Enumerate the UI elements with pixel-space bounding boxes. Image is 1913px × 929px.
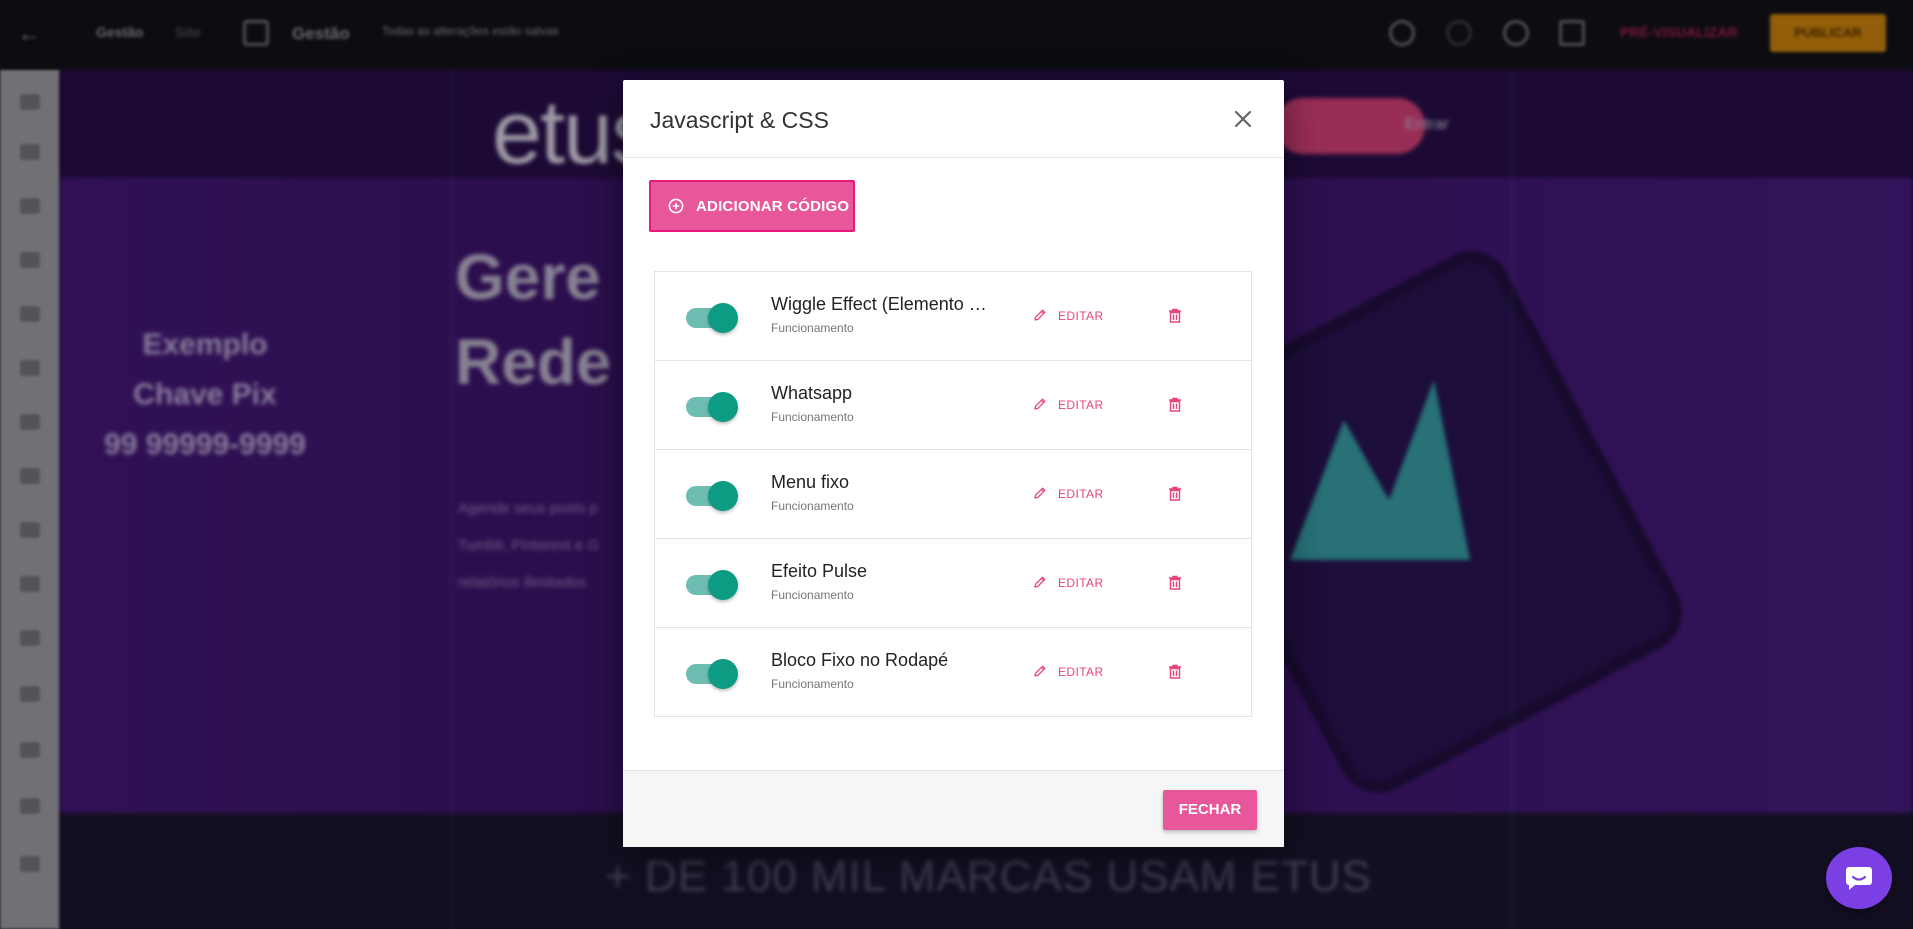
edit-label: EDITAR xyxy=(1058,576,1104,590)
delete-button[interactable] xyxy=(1165,306,1185,326)
code-name: Efeito Pulse xyxy=(771,561,868,581)
javascript-css-dialog: Javascript & CSS ADICIONAR CÓDIGO Wiggle… xyxy=(623,80,1284,847)
trash-icon xyxy=(1169,486,1181,501)
code-status: Funcionamento xyxy=(771,321,854,335)
code-name: Wiggle Effect (Elemento Flutuante) xyxy=(771,294,991,314)
code-name: Bloco Fixo no Rodapé xyxy=(771,650,949,670)
trash-icon xyxy=(1169,397,1181,412)
list-item: Bloco Fixo no Rodapé Funcionamento EDITA… xyxy=(655,628,1251,716)
close-dialog-button[interactable]: FECHAR xyxy=(1163,790,1257,830)
pencil-icon xyxy=(1034,576,1046,588)
edit-label: EDITAR xyxy=(1058,309,1104,323)
delete-button[interactable] xyxy=(1165,662,1185,682)
add-code-label: ADICIONAR CÓDIGO xyxy=(696,198,850,215)
list-item: Efeito Pulse Funcionamento EDITAR xyxy=(655,539,1251,628)
trash-icon xyxy=(1169,575,1181,590)
code-status: Funcionamento xyxy=(771,677,854,691)
toggle-knob xyxy=(708,303,738,333)
close-button[interactable] xyxy=(1225,101,1261,137)
enable-toggle[interactable] xyxy=(686,303,738,333)
dialog-title: Javascript & CSS xyxy=(650,107,829,133)
code-status: Funcionamento xyxy=(771,410,854,424)
close-icon xyxy=(1234,110,1252,128)
trash-icon xyxy=(1169,308,1181,323)
pencil-icon xyxy=(1034,487,1046,499)
pencil-icon xyxy=(1034,309,1046,321)
code-name: Menu fixo xyxy=(771,472,850,492)
plus-circle-icon xyxy=(668,198,684,214)
enable-toggle[interactable] xyxy=(686,659,738,689)
code-status: Funcionamento xyxy=(771,588,854,602)
code-list: Wiggle Effect (Elemento Flutuante) Funci… xyxy=(654,271,1252,717)
enable-toggle[interactable] xyxy=(686,481,738,511)
list-item: Whatsapp Funcionamento EDITAR xyxy=(655,361,1251,450)
delete-button[interactable] xyxy=(1165,573,1185,593)
enable-toggle[interactable] xyxy=(686,570,738,600)
pencil-icon xyxy=(1034,398,1046,410)
toggle-knob xyxy=(708,392,738,422)
toggle-knob xyxy=(708,570,738,600)
edit-label: EDITAR xyxy=(1058,665,1104,679)
code-status: Funcionamento xyxy=(771,499,854,513)
trash-icon xyxy=(1169,664,1181,679)
toggle-knob xyxy=(708,481,738,511)
dialog-header: Javascript & CSS xyxy=(623,80,1284,158)
enable-toggle[interactable] xyxy=(686,392,738,422)
pencil-icon xyxy=(1034,665,1046,677)
delete-button[interactable] xyxy=(1165,395,1185,415)
edit-label: EDITAR xyxy=(1058,487,1104,501)
delete-button[interactable] xyxy=(1165,484,1185,504)
dialog-footer: FECHAR xyxy=(623,770,1284,847)
chat-widget-button[interactable] xyxy=(1826,847,1892,909)
list-item: Menu fixo Funcionamento EDITAR xyxy=(655,450,1251,539)
list-item: Wiggle Effect (Elemento Flutuante) Funci… xyxy=(655,272,1251,361)
code-name: Whatsapp xyxy=(771,383,853,403)
add-code-button[interactable]: ADICIONAR CÓDIGO xyxy=(649,180,855,232)
toggle-knob xyxy=(708,659,738,689)
edit-label: EDITAR xyxy=(1058,398,1104,412)
chat-icon xyxy=(1846,867,1872,890)
